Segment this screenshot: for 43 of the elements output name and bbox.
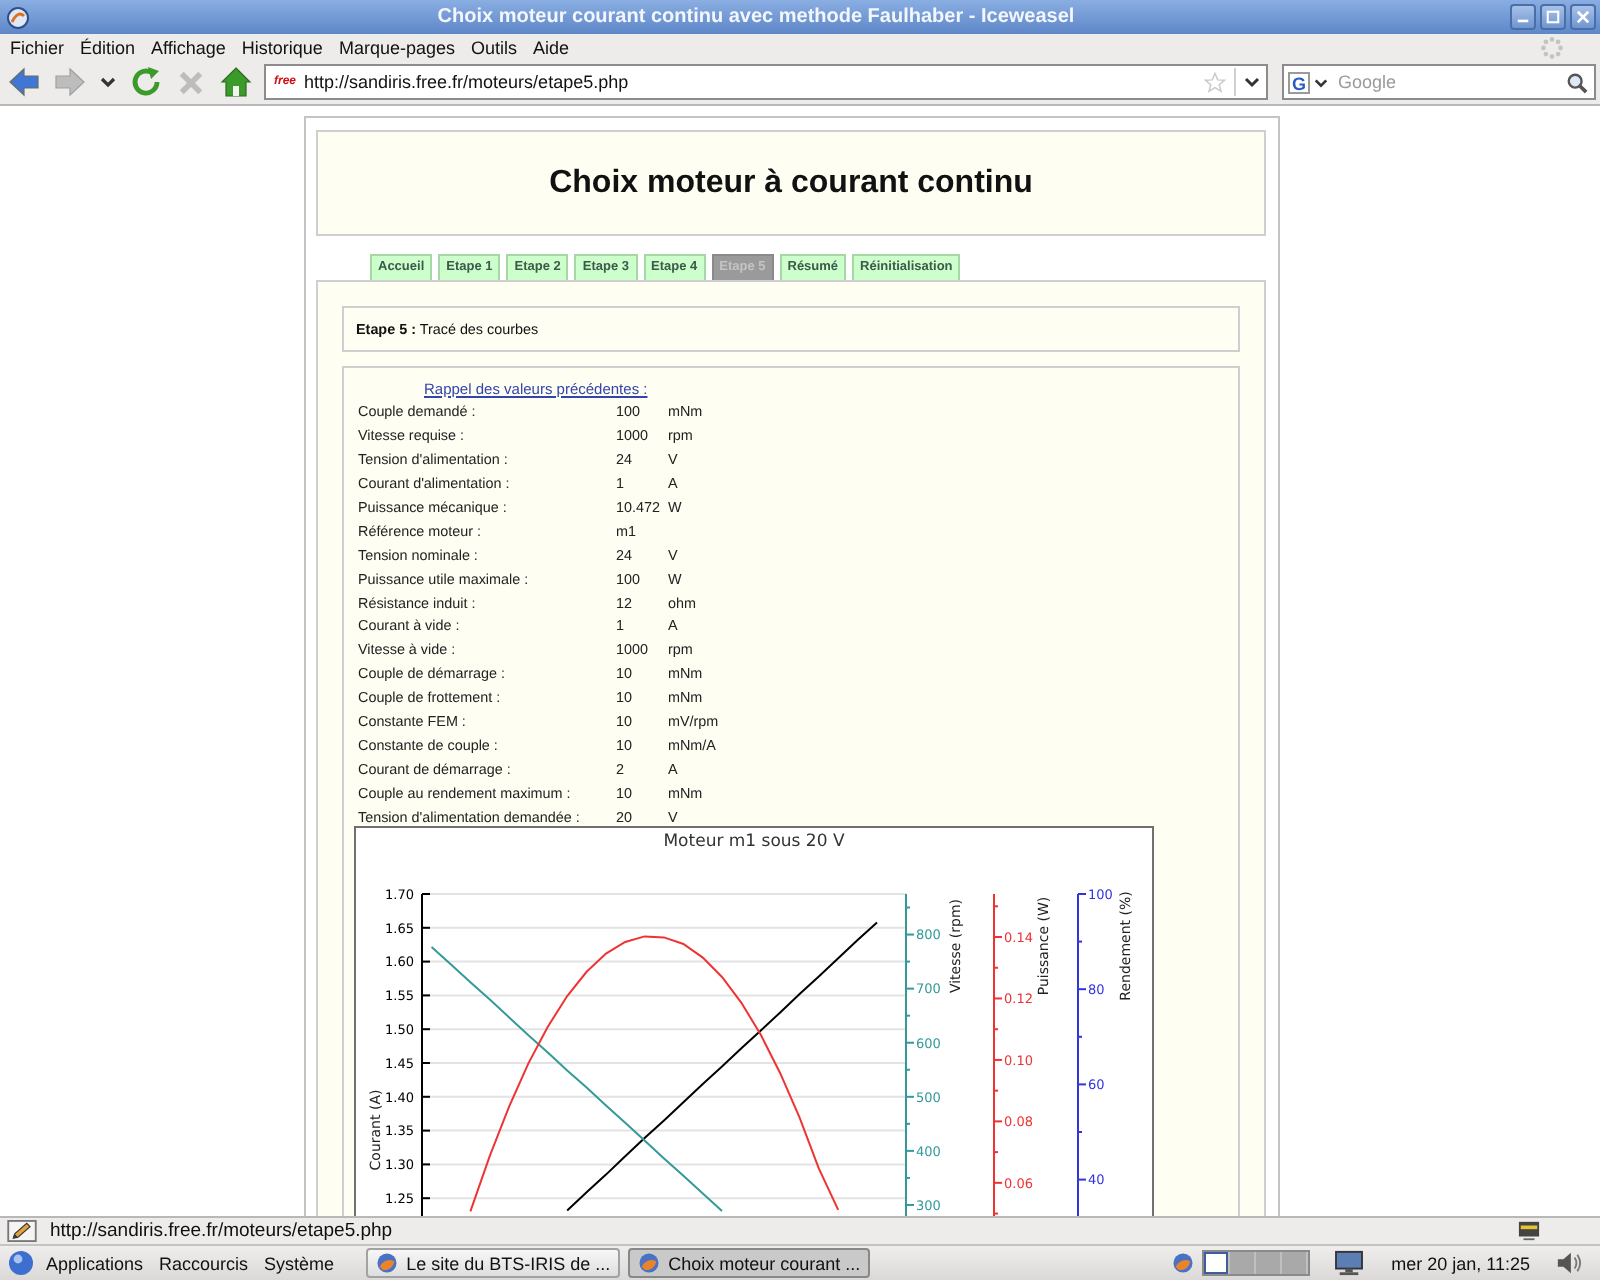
orb-icon[interactable]: [8, 1250, 34, 1276]
window-title: Choix moteur courant continu avec methode Faulhaber - Iceweasel: [435, 6, 1077, 28]
task-button[interactable]: Le site du BTS-IRIS de ...: [366, 1248, 621, 1278]
menu-item[interactable]: Historique: [233, 37, 331, 57]
dropdown-caret-icon[interactable]: [1244, 74, 1260, 90]
status-text: http://sandiris.free.fr/moteurs/etape5.php: [50, 1220, 393, 1242]
caret-icon[interactable]: [100, 74, 116, 90]
maximize-icon: [1546, 10, 1560, 24]
speaker-icon[interactable]: [1556, 1250, 1582, 1276]
back-arrow-icon[interactable]: [8, 66, 40, 98]
menu-item[interactable]: Outils: [463, 37, 526, 57]
menu-item[interactable]: Affichage: [143, 37, 234, 57]
menu-item[interactable]: Marque-pages: [330, 37, 463, 57]
panel-menu[interactable]: Système: [256, 1253, 343, 1273]
monitor-icon[interactable]: [1333, 1250, 1364, 1276]
home-icon[interactable]: [220, 66, 252, 98]
url-input[interactable]: http://sandiris.free.fr/moteurs/etape5.php: [304, 70, 1196, 94]
maximize-button[interactable]: [1540, 4, 1566, 30]
app-icon[interactable]: [6, 5, 30, 29]
chart-title: Moteur m1 sous 20 V: [663, 832, 845, 853]
menu-item[interactable]: Aide: [525, 37, 578, 57]
close-icon: [1576, 10, 1590, 24]
panel-menu[interactable]: Raccourcis: [151, 1253, 257, 1273]
clock-text[interactable]: mer 20 jan, 11:25: [1391, 1253, 1530, 1273]
globe-icon[interactable]: [1171, 1252, 1194, 1274]
search-field[interactable]: G Google: [1282, 64, 1596, 100]
task-button[interactable]: Choix moteur courant ...: [628, 1248, 871, 1278]
search-engine-logo[interactable]: G: [1288, 71, 1310, 93]
search-input[interactable]: Google: [1332, 70, 1562, 94]
star-icon[interactable]: [1204, 71, 1226, 93]
workspace[interactable]: [1203, 1252, 1230, 1274]
card-icon[interactable]: [1518, 1220, 1540, 1242]
globe-icon: [376, 1252, 399, 1274]
menu-item[interactable]: Édition: [72, 37, 144, 57]
search-icon[interactable]: [1566, 71, 1588, 93]
minimize-button[interactable]: [1510, 4, 1536, 30]
reload-icon[interactable]: [130, 66, 162, 98]
close-button[interactable]: [1570, 4, 1596, 30]
caret-icon[interactable]: [1314, 75, 1328, 89]
menu-item[interactable]: Fichier: [2, 37, 73, 57]
page-heading: Choix moteur à courant continu: [549, 165, 1033, 201]
panel-menu[interactable]: Applications: [38, 1253, 152, 1273]
globe-icon: [638, 1252, 661, 1274]
